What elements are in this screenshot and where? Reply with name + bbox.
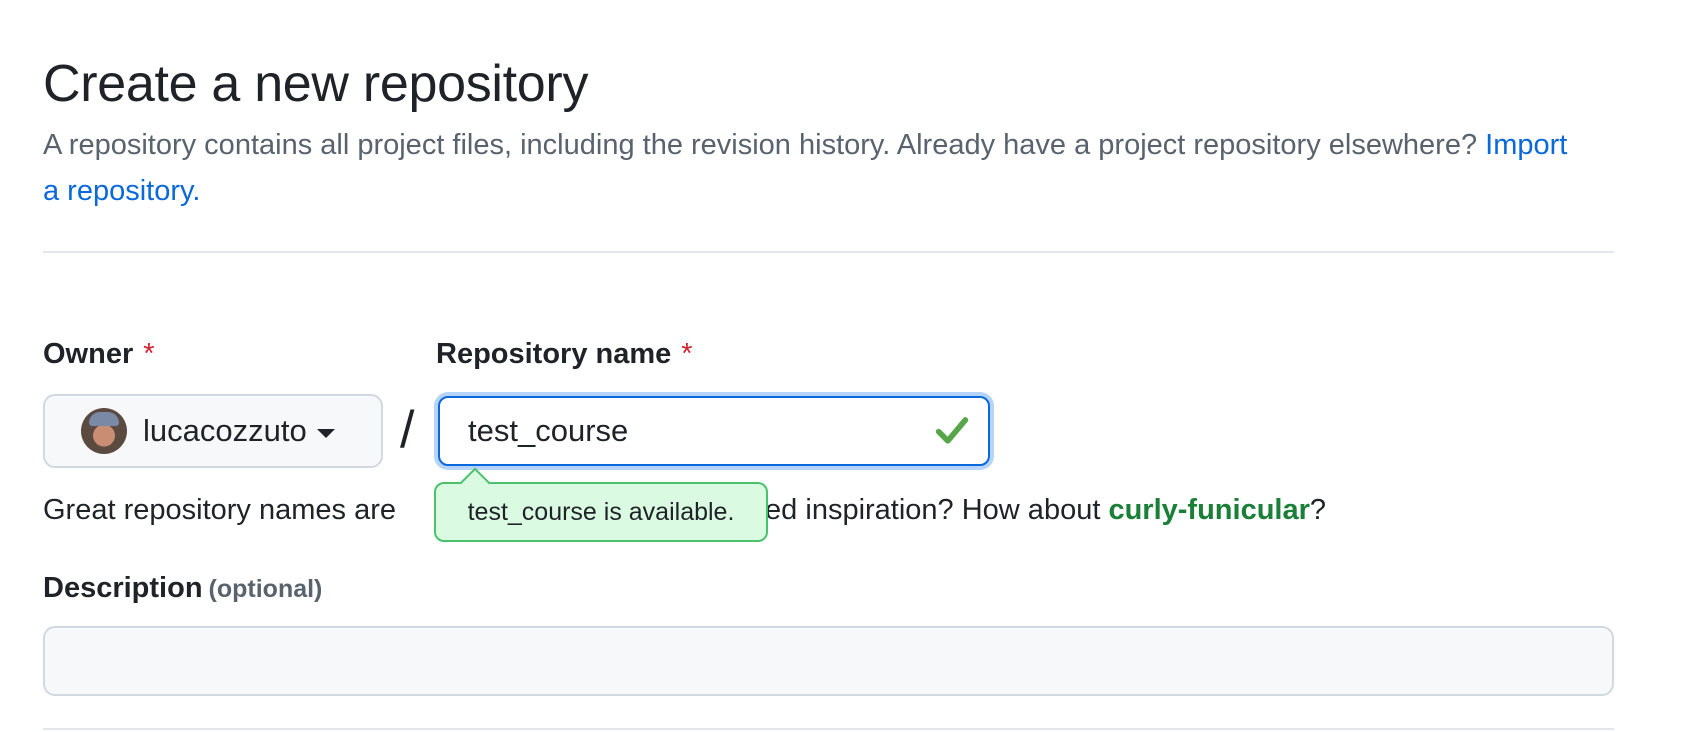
description-optional-note: (optional) (208, 575, 323, 603)
create-repository-page: Create a new repository A repository con… (0, 0, 1684, 732)
repo-name-field-focus-ring (434, 392, 994, 470)
helper-end: ? (1309, 494, 1327, 526)
page-title: Create a new repository (43, 55, 589, 113)
owner-dropdown[interactable]: lucacozzuto (43, 394, 383, 468)
owner-name: lucacozzuto (143, 413, 307, 448)
repo-name-required-mark: * (681, 338, 693, 370)
owner-label: Owner * (43, 336, 155, 372)
suggested-name-link[interactable]: curly-funicular (1108, 494, 1309, 526)
description-label: Description (optional) (43, 570, 322, 607)
helper-question: Need inspiration? How about (727, 494, 1101, 526)
bottom-divider (43, 728, 1614, 730)
description-label-text: Description (43, 572, 203, 604)
owner-required-mark: * (143, 338, 155, 370)
description-input[interactable] (43, 626, 1614, 696)
top-divider (43, 251, 1614, 253)
check-icon (935, 417, 969, 444)
repo-name-input[interactable] (438, 396, 990, 466)
owner-label-text: Owner (43, 338, 134, 370)
owner-repo-separator: / (400, 401, 415, 459)
availability-tooltip: test_course is available. (434, 482, 768, 542)
availability-message: test_course is available. (467, 497, 735, 526)
subtitle-text: A repository contains all project files,… (43, 129, 1478, 161)
page-subtitle: A repository contains all project files,… (43, 122, 1583, 214)
chevron-down-icon (316, 428, 335, 438)
helper-prefix: Great repository names are (43, 494, 396, 526)
avatar (81, 408, 127, 454)
repo-name-label: Repository name * (436, 336, 693, 372)
repo-name-label-text: Repository name (436, 338, 672, 370)
